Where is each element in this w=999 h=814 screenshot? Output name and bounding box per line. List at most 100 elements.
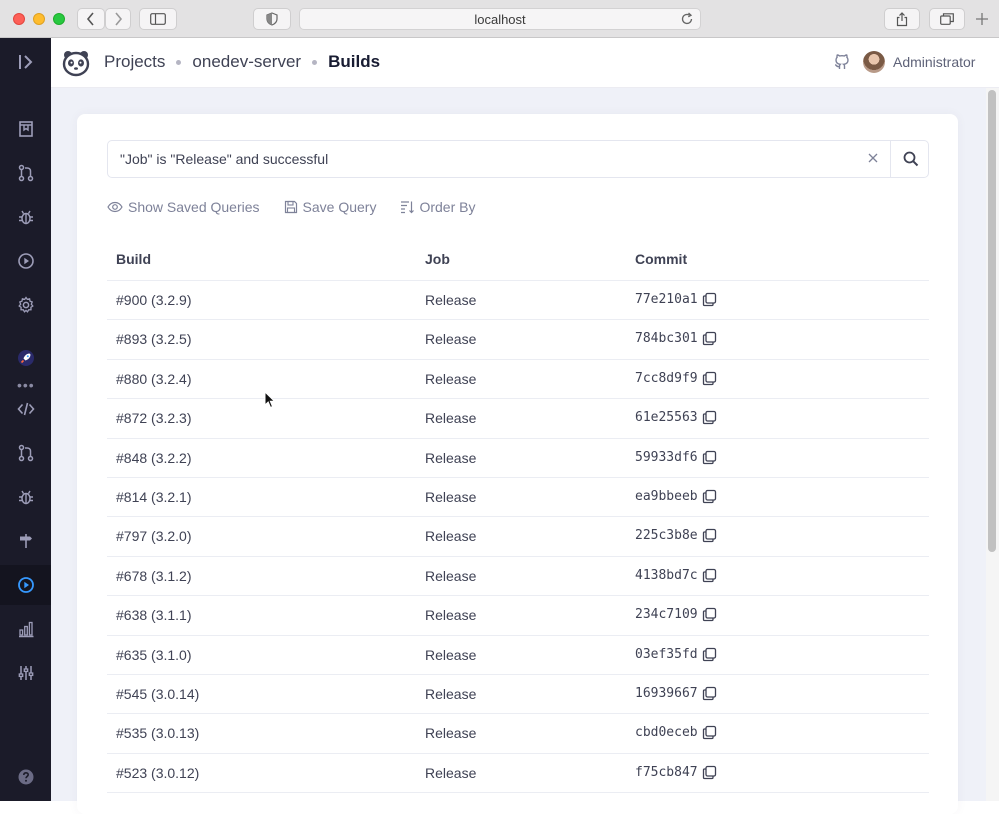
- address-bar[interactable]: localhost: [299, 8, 701, 30]
- nav-pull-requests[interactable]: [0, 153, 51, 193]
- job-name[interactable]: Release: [425, 568, 476, 584]
- build-link[interactable]: #872 (3.2.3): [116, 410, 192, 426]
- copy-icon[interactable]: [702, 725, 717, 743]
- collapse-sidebar-button[interactable]: [0, 42, 51, 82]
- nav-milestones[interactable]: [0, 521, 51, 561]
- nav-issues[interactable]: [0, 197, 51, 237]
- back-button[interactable]: [77, 8, 105, 30]
- build-link[interactable]: #678 (3.1.2): [116, 568, 192, 584]
- user-name[interactable]: Administrator: [893, 54, 975, 70]
- job-name[interactable]: Release: [425, 528, 476, 544]
- github-link[interactable]: [833, 53, 851, 76]
- job-name[interactable]: Release: [425, 331, 476, 347]
- commit-hash[interactable]: 225c3b8e: [635, 528, 698, 543]
- job-name[interactable]: Release: [425, 489, 476, 505]
- breadcrumb-projects[interactable]: Projects: [104, 52, 165, 72]
- onedev-logo[interactable]: [62, 49, 90, 82]
- nav-project-settings[interactable]: [0, 653, 51, 693]
- job-name[interactable]: Release: [425, 607, 476, 623]
- copy-icon[interactable]: [702, 607, 717, 625]
- commit-hash[interactable]: 4138bd7c: [635, 568, 698, 583]
- job-name[interactable]: Release: [425, 292, 476, 308]
- build-link[interactable]: #797 (3.2.0): [116, 528, 192, 544]
- commit-hash[interactable]: 234c7109: [635, 607, 698, 622]
- job-name[interactable]: Release: [425, 371, 476, 387]
- copy-icon[interactable]: [702, 410, 717, 428]
- job-name[interactable]: Release: [425, 686, 476, 702]
- build-link[interactable]: #848 (3.2.2): [116, 450, 192, 466]
- table-row[interactable]: #545 (3.0.14) Release 16939667: [107, 675, 929, 715]
- show-saved-queries-button[interactable]: Show Saved Queries: [107, 199, 260, 215]
- order-by-button[interactable]: Order By: [400, 199, 475, 215]
- build-link[interactable]: #635 (3.1.0): [116, 647, 192, 663]
- nav-builds[interactable]: [0, 241, 51, 281]
- commit-hash[interactable]: 7cc8d9f9: [635, 371, 698, 386]
- build-link[interactable]: #893 (3.2.5): [116, 331, 192, 347]
- copy-icon[interactable]: [702, 686, 717, 704]
- tabs-overview-button[interactable]: [929, 8, 965, 30]
- job-name[interactable]: Release: [425, 410, 476, 426]
- table-row[interactable]: #678 (3.1.2) Release 4138bd7c: [107, 557, 929, 597]
- build-link[interactable]: #535 (3.0.13): [116, 725, 199, 741]
- copy-icon[interactable]: [702, 450, 717, 468]
- table-row[interactable]: #523 (3.0.12) Release f75cb847: [107, 754, 929, 794]
- privacy-shield-button[interactable]: [253, 8, 291, 30]
- table-row[interactable]: #880 (3.2.4) Release 7cc8d9f9: [107, 360, 929, 400]
- commit-hash[interactable]: 61e25563: [635, 410, 698, 425]
- table-row[interactable]: #535 (3.0.13) Release cbd0eceb: [107, 714, 929, 754]
- copy-icon[interactable]: [702, 765, 717, 783]
- copy-icon[interactable]: [702, 371, 717, 389]
- nav-code[interactable]: [0, 389, 51, 429]
- help-button[interactable]: [0, 757, 51, 797]
- breadcrumb-project[interactable]: onedev-server: [192, 52, 301, 72]
- search-input[interactable]: "Job" is "Release" and successful: [120, 151, 328, 167]
- scrollbar-thumb[interactable]: [988, 90, 996, 552]
- close-window-button[interactable]: [13, 13, 25, 25]
- commit-hash[interactable]: 77e210a1: [635, 292, 698, 307]
- new-tab-button[interactable]: [975, 12, 995, 32]
- copy-icon[interactable]: [702, 489, 717, 507]
- copy-icon[interactable]: [702, 331, 717, 349]
- commit-hash[interactable]: 59933df6: [635, 450, 698, 465]
- build-link[interactable]: #880 (3.2.4): [116, 371, 192, 387]
- table-row[interactable]: #814 (3.2.1) Release ea9bbeeb: [107, 478, 929, 518]
- reload-icon[interactable]: [680, 12, 694, 26]
- commit-hash[interactable]: f75cb847: [635, 765, 698, 780]
- forward-button[interactable]: [105, 8, 131, 30]
- commit-hash[interactable]: cbd0eceb: [635, 725, 698, 740]
- table-row[interactable]: #638 (3.1.1) Release 234c7109: [107, 596, 929, 636]
- nav-project-pull-requests[interactable]: [0, 433, 51, 473]
- share-button[interactable]: [884, 8, 920, 30]
- build-link[interactable]: #545 (3.0.14): [116, 686, 199, 702]
- save-query-button[interactable]: Save Query: [284, 199, 376, 215]
- nav-current-project[interactable]: [0, 338, 51, 378]
- clear-icon[interactable]: [866, 151, 880, 165]
- table-row[interactable]: #635 (3.1.0) Release 03ef35fd: [107, 636, 929, 675]
- nav-administration[interactable]: [0, 285, 51, 325]
- copy-icon[interactable]: [702, 292, 717, 310]
- job-name[interactable]: Release: [425, 450, 476, 466]
- sidebar-toggle-button[interactable]: [139, 8, 177, 30]
- table-row[interactable]: #872 (3.2.3) Release 61e25563: [107, 399, 929, 439]
- job-name[interactable]: Release: [425, 725, 476, 741]
- build-link[interactable]: #900 (3.2.9): [116, 292, 192, 308]
- commit-hash[interactable]: ea9bbeeb: [635, 489, 698, 504]
- minimize-window-button[interactable]: [33, 13, 45, 25]
- build-link[interactable]: #814 (3.2.1): [116, 489, 192, 505]
- nav-projects[interactable]: [0, 109, 51, 149]
- copy-icon[interactable]: [702, 647, 717, 665]
- commit-hash[interactable]: 03ef35fd: [635, 647, 698, 662]
- table-row[interactable]: #797 (3.2.0) Release 225c3b8e: [107, 517, 929, 557]
- job-name[interactable]: Release: [425, 765, 476, 781]
- build-link[interactable]: #638 (3.1.1): [116, 607, 192, 623]
- nav-statistics[interactable]: [0, 609, 51, 649]
- copy-icon[interactable]: [702, 528, 717, 546]
- nav-project-issues[interactable]: [0, 477, 51, 517]
- build-link[interactable]: #523 (3.0.12): [116, 765, 199, 781]
- zoom-window-button[interactable]: [53, 13, 65, 25]
- copy-icon[interactable]: [702, 568, 717, 586]
- table-row[interactable]: #848 (3.2.2) Release 59933df6: [107, 439, 929, 478]
- query-input-box[interactable]: "Job" is "Release" and successful: [107, 140, 929, 178]
- job-name[interactable]: Release: [425, 647, 476, 663]
- avatar[interactable]: [863, 51, 885, 73]
